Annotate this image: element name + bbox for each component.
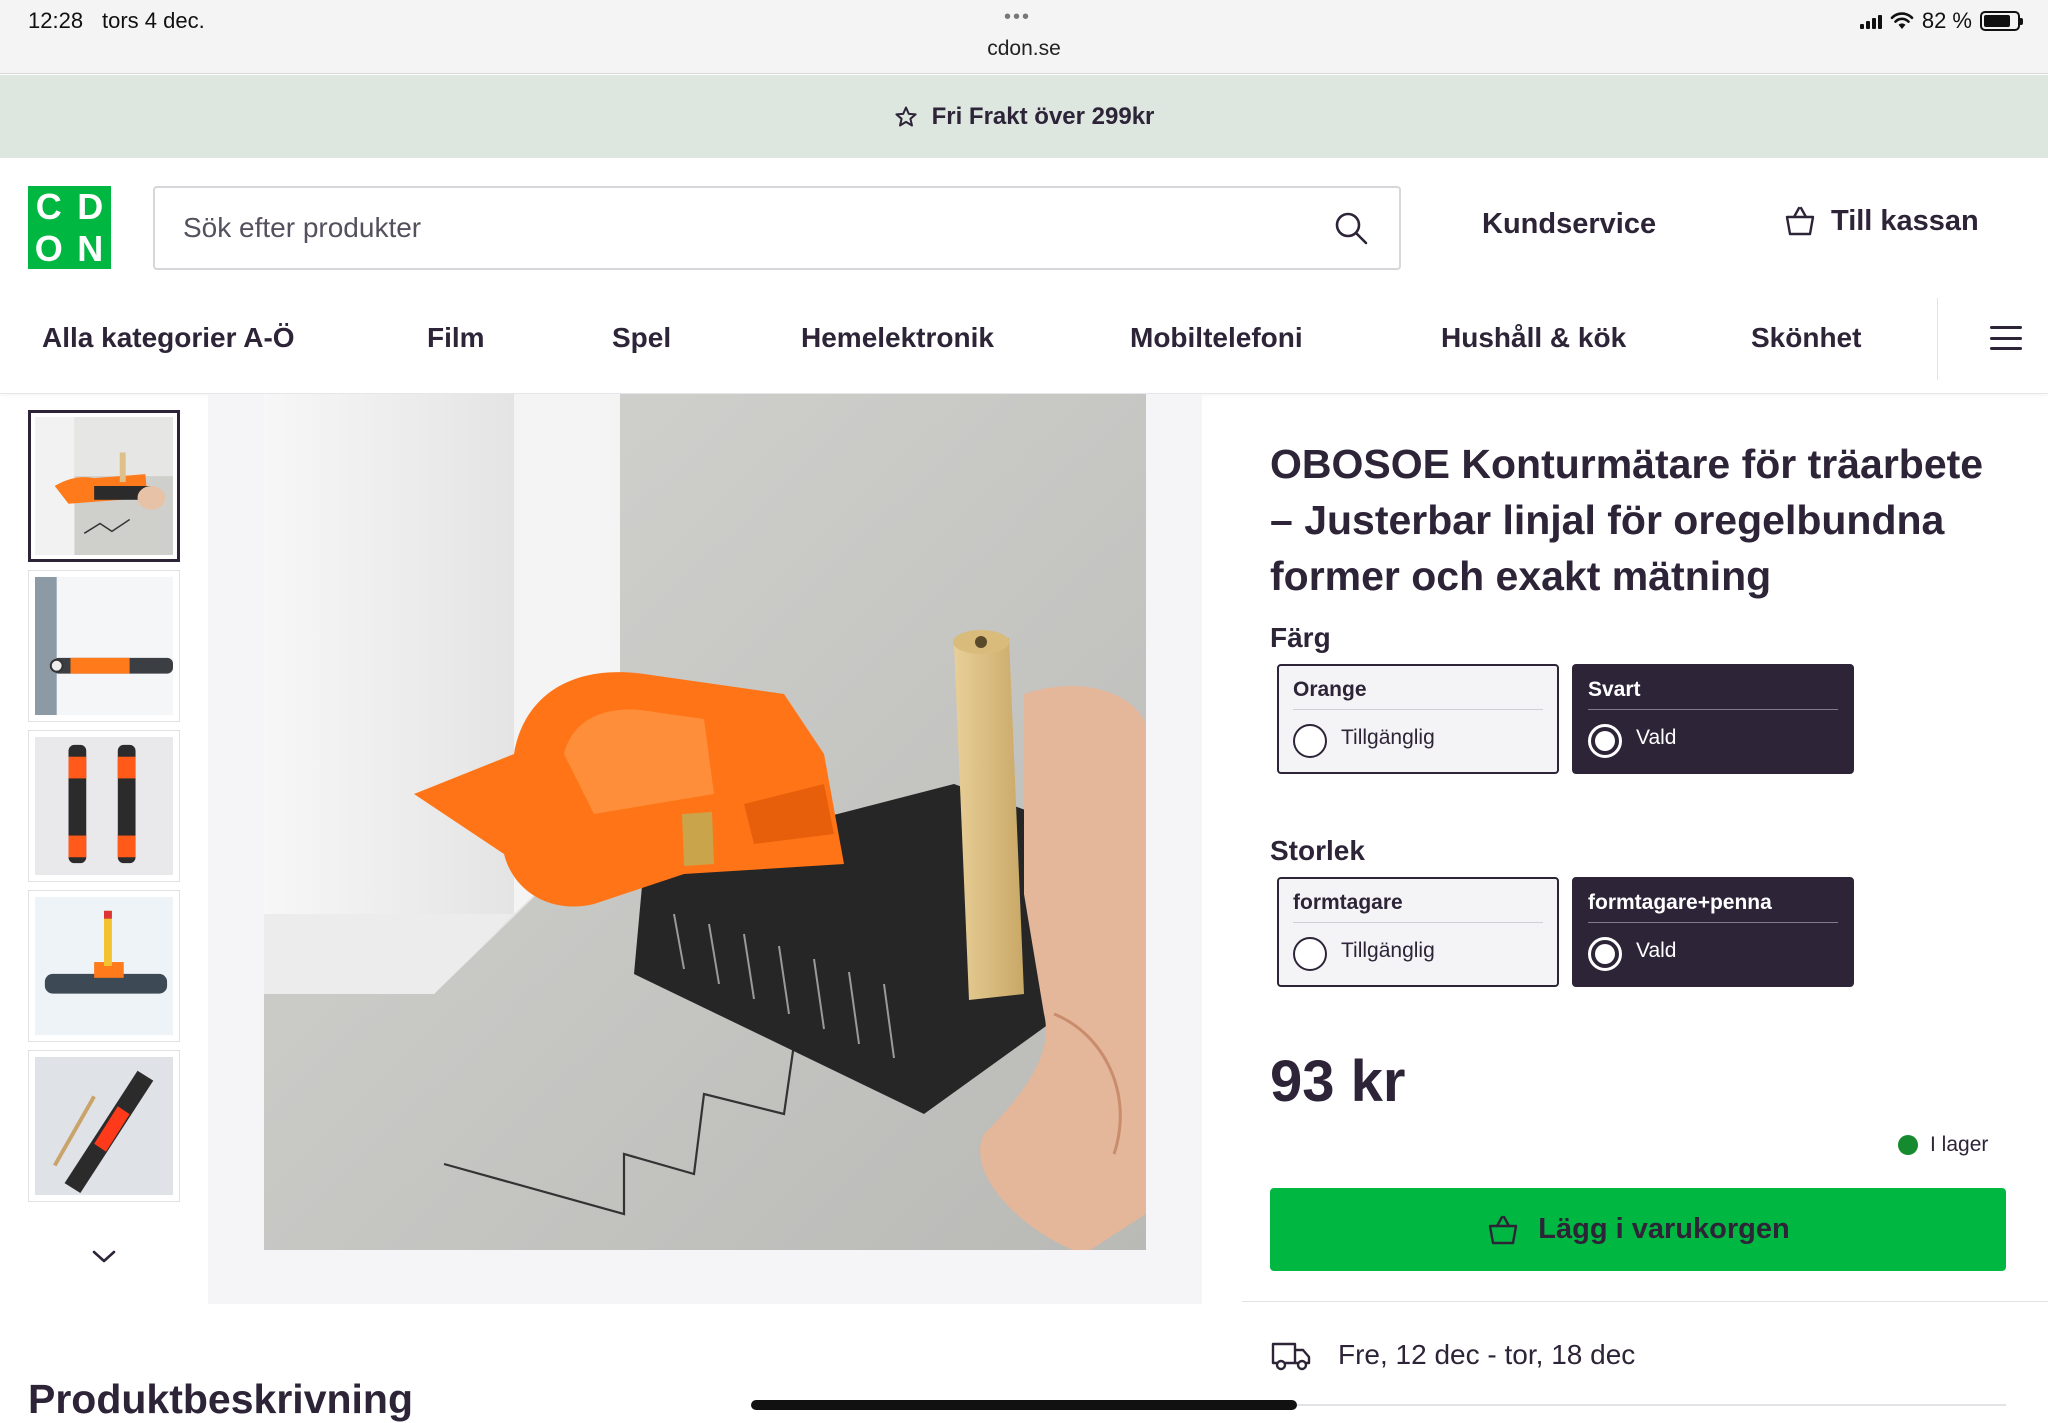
size-option-formtagare-penna[interactable]: formtagare+penna Vald xyxy=(1572,877,1854,987)
product-title: OBOSOE Konturmätare för träarbete – Just… xyxy=(1270,441,1984,599)
wifi-icon xyxy=(1890,12,1914,29)
search-icon[interactable] xyxy=(1333,210,1369,246)
color-label: Färg xyxy=(1270,622,1331,653)
logo-letter: D xyxy=(77,186,104,227)
radio-button[interactable] xyxy=(1293,937,1327,971)
nav-item-hushall-kok[interactable]: Hushåll & kök xyxy=(1441,322,1626,354)
delivery-estimate: Fre, 12 dec - tor, 18 dec xyxy=(1270,1338,1635,1372)
divider xyxy=(1242,1301,2048,1302)
nav-item-film[interactable]: Film xyxy=(427,322,485,354)
home-indicator[interactable] xyxy=(751,1400,1297,1410)
delivery-truck-icon xyxy=(1271,1342,1311,1371)
menu-icon[interactable] xyxy=(1990,322,2022,354)
nav-divider xyxy=(1937,298,1938,380)
product-thumbnail-image xyxy=(35,737,173,875)
nav-item-spel[interactable]: Spel xyxy=(612,322,671,354)
address-bar-url[interactable]: cdon.se xyxy=(0,37,2048,61)
product-description-heading: Produktbeskrivning xyxy=(28,1376,414,1422)
radio-button-selected[interactable] xyxy=(1588,724,1622,758)
logo-letter: C xyxy=(35,186,62,227)
basket-icon xyxy=(1489,1215,1518,1244)
thumbnail-3[interactable] xyxy=(28,730,180,882)
search-input[interactable] xyxy=(155,188,1315,268)
delivery-dates: Fre, 12 dec - tor, 18 dec xyxy=(1338,1339,1636,1370)
option-status: Vald xyxy=(1636,939,1677,962)
product-thumbnail-image xyxy=(35,897,173,1035)
star-icon xyxy=(894,106,917,126)
basket-icon xyxy=(1785,206,1815,236)
customer-service-link[interactable]: Kundservice xyxy=(1482,208,1656,241)
size-option-formtagare[interactable]: formtagare Tillgänglig xyxy=(1277,877,1559,987)
stock-label: I lager xyxy=(1930,1133,1989,1156)
nav-item-all-categories[interactable]: Alla kategorier A-Ö xyxy=(42,322,295,354)
option-name: Orange xyxy=(1293,674,1543,710)
size-label: Storlek xyxy=(1270,835,1365,866)
status-bar: 12:28 tors 4 dec. ••• cdon.se 82 % xyxy=(0,0,2048,74)
product-thumbnail-image xyxy=(35,577,173,715)
radio-button[interactable] xyxy=(1293,724,1327,758)
thumbnail-1[interactable] xyxy=(28,410,180,562)
promo-banner: Fri Frakt över 299kr xyxy=(0,75,2048,158)
battery-percent: 82 % xyxy=(1921,8,1972,33)
status-time: 12:28 xyxy=(28,8,84,33)
checkout-button[interactable]: Till kassan xyxy=(1783,204,1979,238)
color-option-svart[interactable]: Svart Vald xyxy=(1572,664,1854,774)
logo-letter: N xyxy=(77,227,104,269)
stock-status: I lager xyxy=(1898,1133,1988,1157)
search-box xyxy=(153,186,1401,270)
checkout-label: Till kassan xyxy=(1831,204,1979,237)
battery-icon xyxy=(1980,11,2023,31)
nav-item-hemelektronik[interactable]: Hemelektronik xyxy=(801,322,994,354)
site-header: C D O N Kundservice Till kassan xyxy=(0,158,2048,298)
thumbnail-4[interactable] xyxy=(28,890,180,1042)
nav-item-skonhet[interactable]: Skönhet xyxy=(1751,322,1861,354)
status-indicators: 82 % xyxy=(1859,8,2023,34)
category-nav: Alla kategorier A-Ö Film Spel Hemelektro… xyxy=(0,298,2048,394)
add-to-cart-button[interactable]: Lägg i varukorgen xyxy=(1270,1188,2006,1271)
in-stock-dot-icon xyxy=(1898,1135,1918,1155)
option-name: Svart xyxy=(1588,674,1838,710)
color-option-orange[interactable]: Orange Tillgänglig xyxy=(1277,664,1559,774)
option-status: Vald xyxy=(1636,726,1677,749)
add-to-cart-label: Lägg i varukorgen xyxy=(1538,1213,1790,1245)
status-date: tors 4 dec. xyxy=(102,8,205,33)
nav-item-mobiltelefoni[interactable]: Mobiltelefoni xyxy=(1130,322,1303,354)
cellular-signal-icon xyxy=(1859,13,1882,29)
thumbnail-5[interactable] xyxy=(28,1050,180,1202)
multitasking-dots-icon[interactable]: ••• xyxy=(1004,6,1031,29)
product-main-image[interactable] xyxy=(264,394,1146,1250)
option-status: Tillgänglig xyxy=(1341,726,1435,749)
cdon-logo[interactable]: C D O N xyxy=(28,186,111,269)
radio-button-selected[interactable] xyxy=(1588,937,1622,971)
divider xyxy=(1270,1404,2006,1406)
product-thumbnail-image xyxy=(35,417,173,555)
logo-letter: O xyxy=(34,227,63,269)
thumbnail-2[interactable] xyxy=(28,570,180,722)
option-status: Tillgänglig xyxy=(1341,939,1435,962)
promo-text: Fri Frakt över 299kr xyxy=(931,102,1155,130)
option-name: formtagare xyxy=(1293,887,1543,923)
option-name: formtagare+penna xyxy=(1588,887,1838,923)
chevron-down-icon[interactable] xyxy=(90,1246,118,1266)
product-thumbnail-image xyxy=(35,1057,173,1195)
product-price: 93 kr xyxy=(1270,1049,1406,1114)
